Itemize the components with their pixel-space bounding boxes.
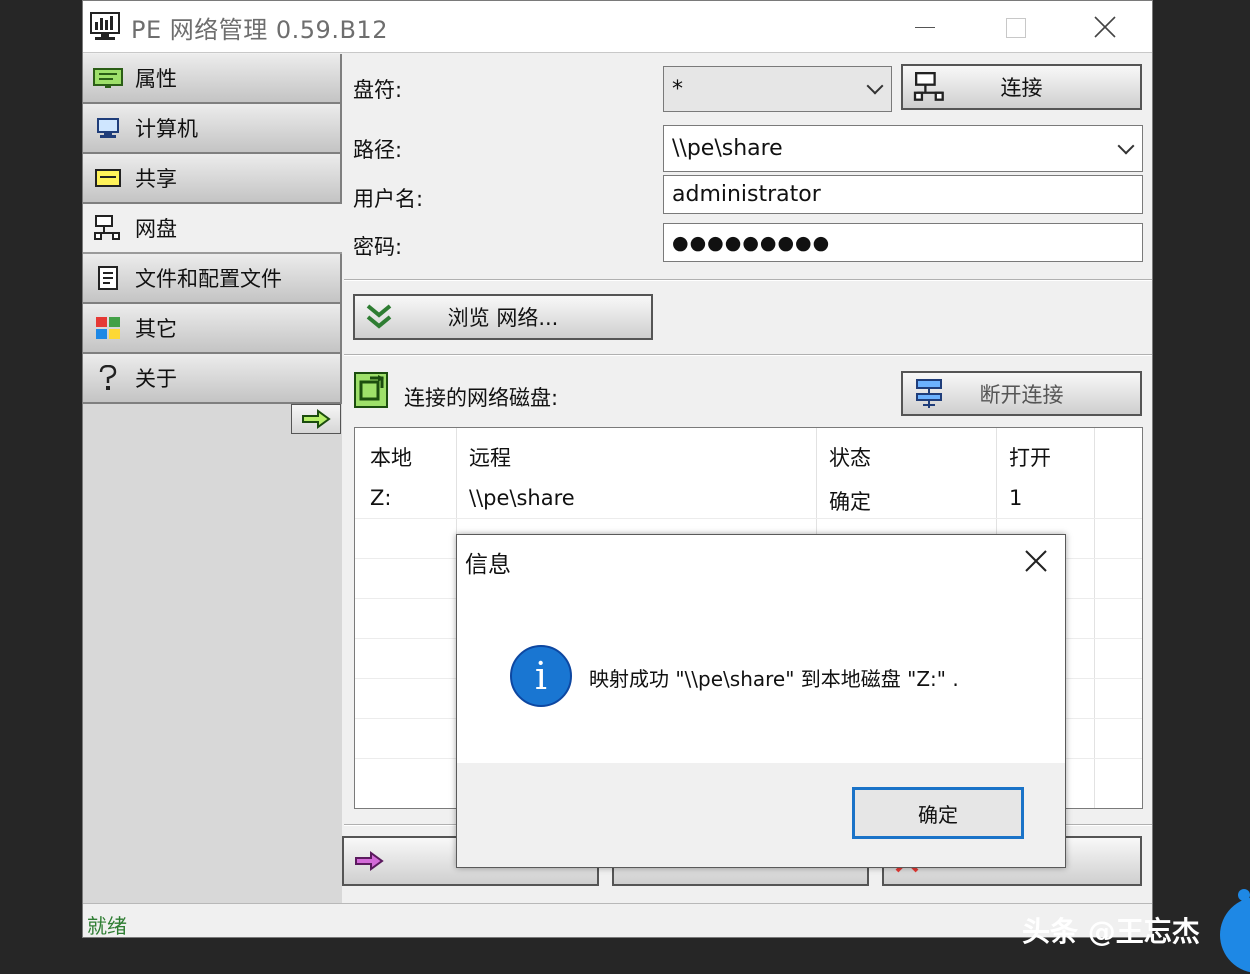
sidebar-item-about[interactable]: 关于: [83, 354, 342, 404]
arrow-right-icon: [355, 851, 384, 871]
maximize-button[interactable]: [970, 1, 1060, 53]
drive-letter-select[interactable]: *: [663, 66, 892, 112]
password-input[interactable]: ●●●●●●●●●: [663, 223, 1143, 262]
close-button[interactable]: [1060, 1, 1150, 53]
properties-icon: [93, 66, 123, 90]
dialog-title: 信息: [465, 552, 511, 578]
sidebar-item-files-config[interactable]: 文件和配置文件: [83, 254, 342, 304]
network-disconnect-icon: [916, 378, 942, 408]
title-bar: PE 网络管理 0.59.B12: [83, 1, 1152, 53]
share-icon: [93, 166, 123, 190]
path-label: 路径:: [353, 138, 403, 162]
path-value: \\pe\share: [672, 136, 783, 161]
sidebar-item-computer[interactable]: 计算机: [83, 104, 342, 154]
computer-icon: [93, 116, 123, 140]
sidebar-item-label: 网盘: [135, 217, 177, 241]
sidebar-item-share[interactable]: 共享: [83, 154, 342, 204]
drive-letter-label: 盘符:: [353, 78, 403, 102]
column-header-status[interactable]: 状态: [829, 442, 871, 472]
connect-button[interactable]: 连接: [901, 64, 1142, 110]
network-connect-icon: [913, 72, 944, 101]
watermark-logo-icon: [1220, 889, 1250, 973]
row-divider: [355, 518, 1142, 519]
sidebar-item-label: 共享: [135, 167, 177, 191]
divider: [344, 354, 1152, 356]
sidebar-item-network-drive[interactable]: 网盘: [83, 204, 342, 254]
chevron-down-icon: [1117, 137, 1135, 154]
sidebar-item-label: 属性: [135, 67, 177, 91]
network-drive-icon: [93, 215, 123, 240]
status-bar: 就绪: [83, 903, 1152, 938]
browse-network-label: 浏览 网络...: [447, 306, 559, 330]
sidebar-item-label: 文件和配置文件: [135, 267, 282, 291]
username-value: administrator: [672, 182, 821, 207]
status-text: 就绪: [87, 914, 127, 938]
password-value: ●●●●●●●●●: [672, 231, 831, 254]
column-header-remote[interactable]: 远程: [469, 442, 511, 472]
other-icon: [93, 316, 123, 340]
sidebar-item-label: 计算机: [135, 117, 198, 141]
table-cell-remote[interactable]: \\pe\share: [469, 486, 575, 510]
column-header-local[interactable]: 本地: [370, 442, 412, 472]
browse-network-button[interactable]: 浏览 网络...: [353, 294, 653, 340]
double-chevron-down-icon: [366, 304, 392, 329]
connected-drives-label: 连接的网络磁盘:: [404, 386, 559, 410]
minimize-button[interactable]: [880, 1, 970, 53]
info-dialog: 信息 i 映射成功 "\\pe\share" 到本地磁盘 "Z:" . 确定: [456, 534, 1066, 868]
sidebar-item-properties[interactable]: 属性: [83, 54, 342, 104]
dialog-message: 映射成功 "\\pe\share" 到本地磁盘 "Z:" .: [589, 667, 959, 691]
password-label: 密码:: [353, 235, 403, 259]
close-icon: [1094, 16, 1116, 38]
column-divider: [1094, 428, 1095, 808]
disconnect-button[interactable]: 断开连接: [901, 371, 1142, 416]
table-cell-status[interactable]: 确定: [829, 486, 871, 516]
watermark-text: 头条 @王忘杰: [1022, 915, 1200, 948]
username-label: 用户名:: [353, 187, 424, 211]
chevron-down-icon: [866, 77, 884, 95]
refresh-icon[interactable]: [354, 372, 388, 408]
drive-letter-value: *: [672, 76, 683, 102]
dialog-close-button[interactable]: [1013, 543, 1059, 579]
expand-arrow-button[interactable]: [291, 404, 341, 434]
app-icon: [90, 12, 120, 40]
arrow-right-icon: [302, 409, 331, 429]
sidebar: 属性 计算机 共享 网盘 文件和配置文件 其它 关于: [83, 54, 342, 904]
sidebar-item-label: 其它: [135, 317, 177, 341]
config-file-icon: [93, 266, 123, 290]
window-title: PE 网络管理 0.59.B12: [131, 16, 388, 44]
sidebar-item-other[interactable]: 其它: [83, 304, 342, 354]
column-header-open[interactable]: 打开: [1009, 442, 1051, 472]
table-cell-local[interactable]: Z:: [370, 486, 391, 510]
ok-button[interactable]: 确定: [852, 787, 1024, 839]
help-icon: [93, 365, 123, 390]
info-icon: i: [510, 645, 572, 707]
table-cell-open[interactable]: 1: [1009, 486, 1022, 510]
path-combobox[interactable]: \\pe\share: [663, 125, 1143, 172]
dialog-footer: 确定: [457, 763, 1065, 867]
username-input[interactable]: administrator: [663, 175, 1143, 214]
sidebar-item-label: 关于: [135, 367, 177, 391]
divider: [344, 279, 1152, 281]
close-icon: [1025, 550, 1047, 572]
